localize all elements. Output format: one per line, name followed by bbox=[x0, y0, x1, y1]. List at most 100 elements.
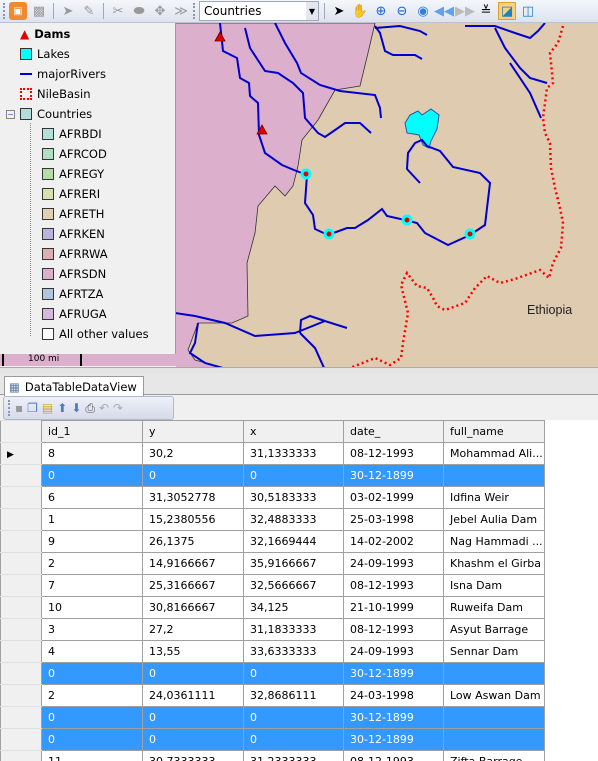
table-cell[interactable]: Ruweifa Dam bbox=[443, 596, 545, 619]
legend-country-item[interactable]: AFRETH bbox=[42, 207, 104, 221]
table-cell[interactable]: 08-12-1993 bbox=[343, 574, 444, 597]
legend-layer-lakes[interactable]: Lakes bbox=[20, 47, 70, 61]
legend-country-item[interactable]: AFRBDI bbox=[42, 127, 102, 141]
row-header[interactable] bbox=[0, 486, 42, 509]
table-row[interactable]: 0 0 0 30-12-1899 bbox=[0, 728, 545, 751]
table-row[interactable]: 2 14,9166667 35,9166667 24-09-1993 Khashm el… bbox=[0, 552, 545, 575]
print-icon[interactable]: ⎙ bbox=[85, 401, 95, 416]
table-cell[interactable]: 21-10-1999 bbox=[343, 596, 444, 619]
table-cell[interactable]: 24-09-1993 bbox=[343, 552, 444, 575]
table-cell[interactable]: 08-12-1993 bbox=[343, 442, 444, 465]
table-cell[interactable]: 30,2 bbox=[142, 442, 244, 465]
table-cell[interactable]: 27,2 bbox=[142, 618, 244, 641]
table-cell[interactable]: Zifta Barrage bbox=[443, 750, 545, 761]
table-cell[interactable]: 25,3166667 bbox=[142, 574, 244, 597]
zoom-in-icon[interactable]: ⊕ bbox=[372, 2, 390, 20]
table-cell[interactable]: Jebel Aulia Dam bbox=[443, 508, 545, 531]
legend-country-item[interactable]: AFRERI bbox=[42, 187, 100, 201]
legend-country-item[interactable]: AFRRWA bbox=[42, 247, 108, 261]
table-cell[interactable]: 34,125 bbox=[243, 596, 344, 619]
table-cell[interactable]: 0 bbox=[142, 706, 244, 729]
table-cell[interactable]: 15,2380556 bbox=[142, 508, 244, 531]
table-cell[interactable]: 03-02-1999 bbox=[343, 486, 444, 509]
column-header-x[interactable]: x bbox=[243, 420, 344, 443]
layer-select[interactable]: Countries ▼ bbox=[199, 1, 319, 21]
previous-extent-icon[interactable]: ◀◀ bbox=[434, 2, 454, 20]
row-header[interactable] bbox=[0, 618, 42, 641]
table-row[interactable]: 0 0 0 30-12-1899 bbox=[0, 662, 545, 685]
select-feature-icon[interactable]: ➤ bbox=[59, 2, 77, 20]
legend-country-item[interactable]: AFRUGA bbox=[42, 307, 107, 321]
table-cell[interactable]: 14,9166667 bbox=[142, 552, 244, 575]
table-cell[interactable]: 30-12-1899 bbox=[343, 728, 444, 751]
pointer-icon[interactable]: ➤ bbox=[330, 2, 348, 20]
table-row[interactable]: ▶ 8 30,2 31,1333333 08-12-1993 Mohammad Ali..… bbox=[0, 442, 545, 465]
table-cell[interactable]: 31,2333333 bbox=[243, 750, 344, 761]
zoom-out-icon[interactable]: ⊖ bbox=[393, 2, 411, 20]
vertex-icon[interactable]: ✥ bbox=[151, 2, 169, 20]
full-extent-icon[interactable]: ◉ bbox=[414, 2, 432, 20]
table-cell[interactable]: 9 bbox=[41, 530, 143, 553]
save-icon[interactable]: ▩ bbox=[30, 2, 48, 20]
table-cell[interactable]: 32,5666667 bbox=[243, 574, 344, 597]
table-cell[interactable]: 24-03-1998 bbox=[343, 684, 444, 707]
table-cell[interactable]: 10 bbox=[41, 596, 143, 619]
table-row[interactable]: 1 15,2380556 32,4883333 25-03-1998 Jebel Aul… bbox=[0, 508, 545, 531]
row-header[interactable] bbox=[0, 706, 42, 729]
table-cell[interactable]: 33,6333333 bbox=[243, 640, 344, 663]
column-header-full_name[interactable]: full_name bbox=[443, 420, 545, 443]
table-row[interactable]: 10 30,8166667 34,125 21-10-1999 Ruweifa Dam bbox=[0, 596, 545, 619]
table-cell[interactable]: 14-02-2002 bbox=[343, 530, 444, 553]
map-view-icon[interactable]: ◪ bbox=[498, 2, 516, 20]
undo-icon[interactable]: ↶ bbox=[99, 401, 109, 415]
legend-country-item[interactable]: AFRSDN bbox=[42, 267, 106, 281]
table-cell[interactable]: 2 bbox=[41, 552, 143, 575]
save-icon[interactable]: ▪ bbox=[15, 401, 23, 415]
table-row[interactable]: 3 27,2 31,1833333 08-12-1993 Asyut Barrage bbox=[0, 618, 545, 641]
row-header[interactable] bbox=[0, 508, 42, 531]
row-header[interactable] bbox=[0, 574, 42, 597]
collapse-icon[interactable]: − bbox=[6, 109, 15, 119]
table-cell[interactable]: 31,1333333 bbox=[243, 442, 344, 465]
row-header[interactable] bbox=[0, 684, 42, 707]
table-cell[interactable]: 0 bbox=[41, 464, 143, 487]
table-cell[interactable]: 32,8686111 bbox=[243, 684, 344, 707]
table-row[interactable]: 4 13,55 33,6333333 24-09-1993 Sennar Dam bbox=[0, 640, 545, 663]
table-cell[interactable]: 30-12-1899 bbox=[343, 464, 444, 487]
open-icon[interactable]: ▣ bbox=[9, 2, 27, 20]
table-cell[interactable]: 11 bbox=[41, 750, 143, 761]
table-cell[interactable]: 30,7333333 bbox=[142, 750, 244, 761]
redo-icon[interactable]: ↷ bbox=[113, 401, 123, 415]
pan-hand-icon[interactable]: ✋ bbox=[351, 2, 369, 20]
table-cell[interactable]: 2 bbox=[41, 684, 143, 707]
eraser-icon[interactable]: ⬬ bbox=[130, 2, 148, 20]
table-row[interactable]: 6 31,3052778 30,5183333 03-02-1999 Idfina We… bbox=[0, 486, 545, 509]
row-header[interactable] bbox=[0, 552, 42, 575]
row-header[interactable]: ▶ bbox=[0, 442, 42, 465]
table-cell[interactable] bbox=[443, 662, 545, 685]
table-cell[interactable]: Asyut Barrage bbox=[443, 618, 545, 641]
corner-header[interactable] bbox=[0, 420, 42, 443]
legend-layer-dams[interactable]: ▲ Dams bbox=[20, 27, 70, 41]
table-row[interactable]: 9 26,1375 32,1669444 14-02-2002 Nag Hammadi … bbox=[0, 530, 545, 553]
table-cell[interactable]: 8 bbox=[41, 442, 143, 465]
legend-layer-nilebasin[interactable]: NileBasin bbox=[20, 87, 90, 101]
row-header[interactable] bbox=[0, 662, 42, 685]
table-row[interactable]: 2 24,0361111 32,8686111 24-03-1998 Low Aswan… bbox=[0, 684, 545, 707]
table-cell[interactable]: 25-03-1998 bbox=[343, 508, 444, 531]
table-cell[interactable]: 1 bbox=[41, 508, 143, 531]
table-cell[interactable]: 32,1669444 bbox=[243, 530, 344, 553]
table-cell[interactable]: Isna Dam bbox=[443, 574, 545, 597]
row-header[interactable] bbox=[0, 728, 42, 751]
table-cell[interactable]: 31,3052778 bbox=[142, 486, 244, 509]
table-cell[interactable]: 0 bbox=[142, 464, 244, 487]
table-cell[interactable]: Nag Hammadi ... bbox=[443, 530, 545, 553]
row-header[interactable] bbox=[0, 464, 42, 487]
table-cell[interactable]: 0 bbox=[41, 706, 143, 729]
table-cell[interactable]: 0 bbox=[142, 662, 244, 685]
toolbar-grip[interactable] bbox=[193, 3, 196, 19]
table-cell[interactable]: 3 bbox=[41, 618, 143, 641]
chevron-down-icon[interactable]: ▼ bbox=[306, 2, 318, 20]
table-cell[interactable]: 26,1375 bbox=[142, 530, 244, 553]
table-cell[interactable]: 0 bbox=[243, 728, 344, 751]
